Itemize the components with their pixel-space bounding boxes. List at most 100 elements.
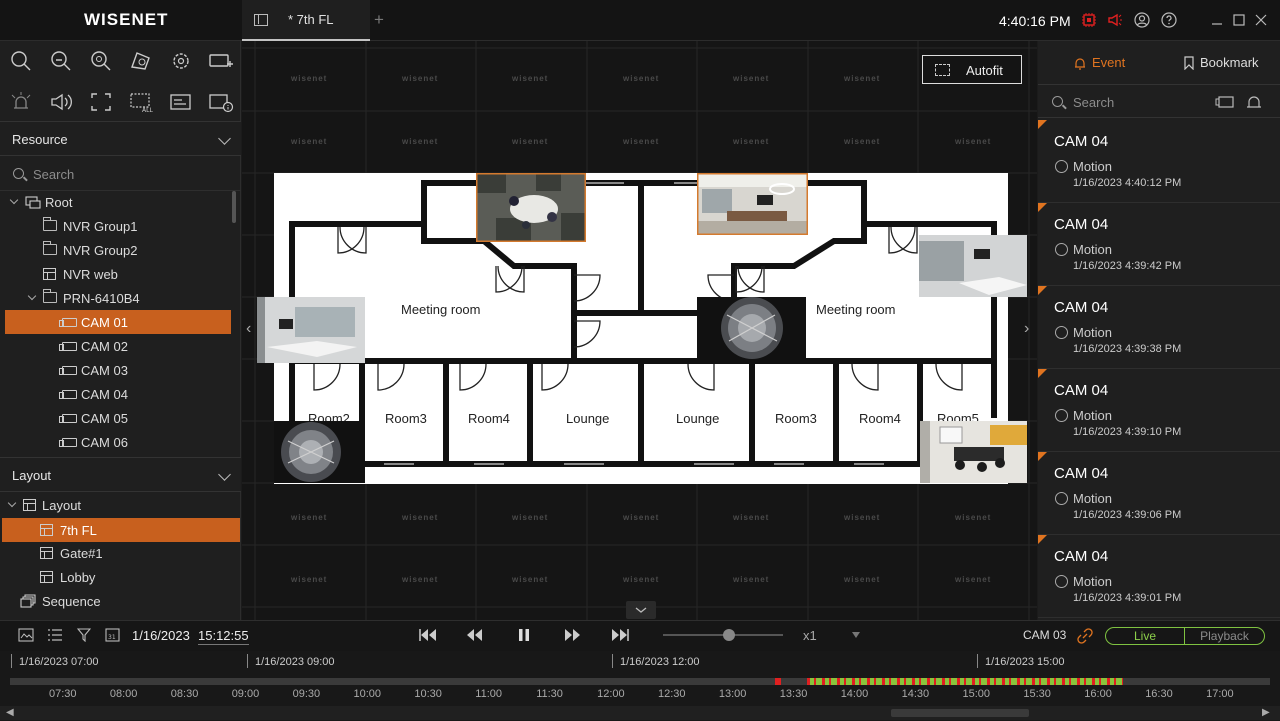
timeline[interactable]: 1/16/2023 07:00 1/16/2023 09:00 1/16/2023 … (0, 651, 1280, 721)
alarm-chip-icon[interactable] (1081, 12, 1097, 28)
event-item[interactable]: CAM 04 Motion 1/16/2023 4:39:10 PM (1038, 369, 1280, 452)
list-view-icon[interactable] (47, 628, 63, 642)
event-filter-icon[interactable] (1215, 95, 1234, 109)
fast-forward-icon[interactable] (563, 628, 581, 642)
camera-thumbnail-conference[interactable] (920, 421, 1027, 483)
tab-event[interactable]: Event (1038, 41, 1158, 85)
link-icon[interactable] (1077, 628, 1093, 644)
scroll-left-icon[interactable]: ◀ (6, 707, 14, 718)
scroll-right-icon[interactable]: ▶ (1262, 707, 1270, 718)
user-icon[interactable] (1134, 12, 1150, 28)
timeline-date-marker (11, 654, 12, 668)
tab-bookmark[interactable]: Bookmark (1159, 41, 1280, 85)
select-all-icon[interactable]: ALL (128, 90, 154, 114)
fullscreen-icon[interactable] (88, 90, 114, 114)
tab-7th-fl[interactable]: * 7th FL (242, 0, 370, 41)
event-item[interactable]: CAM 04 Motion 1/16/2023 4:39:42 PM (1038, 203, 1280, 286)
chevron-down-icon[interactable] (851, 631, 861, 639)
timeline-scroll-thumb[interactable] (891, 709, 1029, 717)
camera-thumbnail-meeting-right[interactable] (919, 235, 1027, 297)
collapse-panel-button[interactable] (626, 601, 656, 619)
playback-date[interactable]: 1/16/2023 (132, 628, 190, 643)
skip-to-end-icon[interactable] (610, 628, 630, 642)
tree-item-gate1[interactable]: Gate#1 (0, 541, 231, 565)
resource-scrollbar[interactable] (232, 191, 236, 223)
tree-item-nvr-group2[interactable]: NVR Group2 (0, 238, 231, 262)
tree-item-layout[interactable]: Layout (0, 493, 231, 517)
chevron-down-icon[interactable] (7, 498, 17, 508)
timeline-date-marker (612, 654, 613, 668)
alarm-off-icon[interactable] (8, 90, 34, 114)
tree-item-cam-04[interactable]: CAM 04 (0, 382, 231, 406)
object-search-icon[interactable] (128, 49, 154, 73)
tree-item-prn-6410b4[interactable]: PRN-6410B4 (0, 286, 231, 310)
chevron-down-icon[interactable] (27, 291, 37, 301)
tree-item-root[interactable]: Root (0, 190, 231, 214)
tree-item-cam-03[interactable]: CAM 03 (0, 358, 231, 382)
ai-search-icon[interactable] (88, 49, 114, 73)
chevron-right-icon[interactable]: › (1024, 320, 1036, 342)
alarm-icon[interactable] (1246, 94, 1262, 110)
resource-section-header[interactable]: Resource (0, 121, 241, 156)
tree-item-cam-01[interactable]: CAM 01 (5, 310, 231, 334)
camera-thumbnail-fisheye-left[interactable] (274, 421, 365, 483)
tree-item-label: Lobby (60, 570, 96, 585)
layout-section-header[interactable]: Layout (0, 457, 241, 492)
camera-thumbnail-boardroom[interactable] (697, 173, 808, 235)
resource-search-field[interactable]: Search (0, 157, 241, 191)
chevron-down-icon[interactable] (9, 195, 19, 205)
settings-icon[interactable] (168, 49, 194, 73)
svg-text:ALL: ALL (142, 107, 153, 114)
close-icon[interactable] (1253, 12, 1269, 28)
add-device-icon[interactable] (208, 49, 234, 73)
chevron-down-icon[interactable] (218, 468, 231, 481)
thumbnail-view-icon[interactable] (18, 628, 34, 642)
speed-value[interactable]: x1 (803, 628, 817, 643)
tree-item-7th-fl[interactable]: 7th FL (2, 518, 240, 542)
event-item[interactable]: CAM 04 Motion 1/16/2023 4:39:38 PM (1038, 286, 1280, 369)
event-item[interactable]: CAM 04 Motion 1/16/2023 4:39:06 PM (1038, 452, 1280, 535)
add-tab-icon[interactable]: + (374, 10, 384, 30)
timeline-scrollbar[interactable]: ◀ ▶ (0, 706, 1280, 720)
camera-thumbnail-fisheye-right[interactable] (697, 297, 806, 359)
audio-icon[interactable] (48, 90, 74, 114)
maximize-icon[interactable] (1231, 12, 1247, 28)
tree-item-lobby[interactable]: Lobby (0, 565, 231, 589)
tree-item-cam-05[interactable]: CAM 05 (0, 406, 231, 430)
timeline-track[interactable] (10, 678, 1270, 685)
rewind-icon[interactable] (466, 628, 484, 642)
tree-item-cam-02[interactable]: CAM 02 (0, 334, 231, 358)
event-alert-icon[interactable] (1107, 12, 1123, 28)
osd-icon[interactable] (168, 90, 194, 114)
tree-item-cam-06[interactable]: CAM 06 (0, 430, 231, 454)
minimize-icon[interactable] (1209, 12, 1225, 28)
filter-icon[interactable] (77, 628, 91, 642)
event-search-field[interactable]: Search (1038, 86, 1280, 118)
tree-item-nvr-group1[interactable]: NVR Group1 (0, 214, 231, 238)
autofit-button[interactable]: Autofit (922, 55, 1022, 84)
map-view[interactable]: wisenet wisenet wisenet wisenet wisenet wisen… (242, 41, 1037, 620)
search-icon[interactable] (8, 49, 34, 73)
device-info-icon[interactable] (208, 90, 234, 114)
event-item[interactable]: CAM 04 Motion 1/16/2023 4:40:12 PM (1038, 120, 1280, 203)
timeline-tick-label: 13:00 (718, 688, 747, 700)
floor-plan[interactable]: Meeting room Meeting room Room2 Room3 Ro… (274, 173, 1008, 484)
calendar-icon[interactable]: 31 (105, 627, 120, 642)
speed-slider-handle[interactable] (723, 629, 735, 641)
tree-item-sequence[interactable]: Sequence (0, 589, 231, 613)
live-button[interactable]: Live (1106, 628, 1185, 644)
event-item[interactable]: CAM 04 Motion 1/16/2023 4:39:01 PM (1038, 535, 1280, 618)
timeline-tick-label: 17:00 (1206, 688, 1234, 700)
tree-item-nvr-web[interactable]: NVR web (0, 262, 231, 286)
skip-to-start-icon[interactable] (418, 628, 438, 642)
playback-button[interactable]: Playback (1185, 628, 1264, 644)
camera-thumbnail-meeting-left[interactable] (257, 297, 365, 363)
smart-search-icon[interactable] (48, 49, 74, 73)
live-playback-toggle[interactable]: Live Playback (1105, 627, 1265, 645)
playback-bar: 31 1/16/2023 15:12:55 x1 CAM 03 Live Pla… (0, 620, 1280, 721)
help-icon[interactable] (1161, 12, 1177, 28)
playback-time[interactable]: 15:12:55 (198, 628, 249, 645)
camera-thumbnail-overhead[interactable] (476, 173, 586, 242)
pause-icon[interactable] (516, 627, 532, 643)
chevron-down-icon[interactable] (218, 132, 231, 145)
